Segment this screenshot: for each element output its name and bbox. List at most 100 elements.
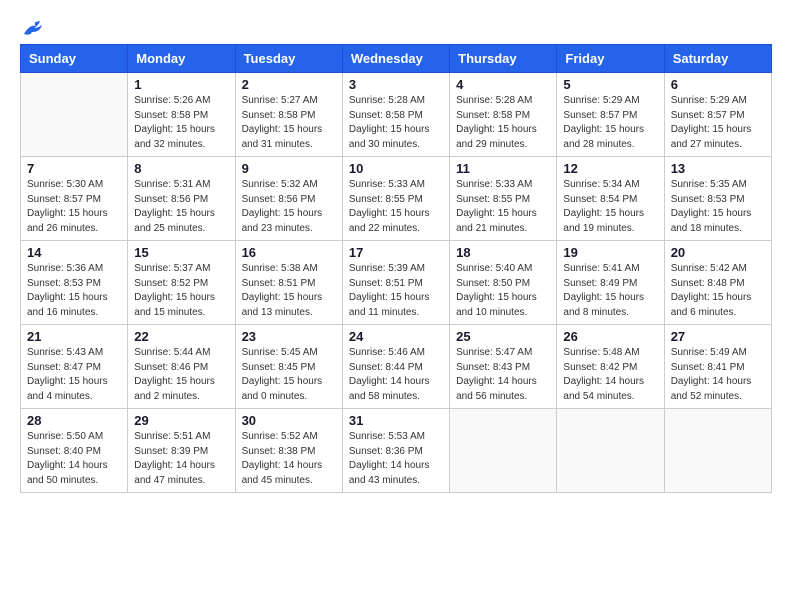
day-info: Sunrise: 5:36 AMSunset: 8:53 PMDaylight:… <box>27 262 121 320</box>
day-info: Sunrise: 5:40 AMSunset: 8:50 PMDaylight:… <box>456 262 550 320</box>
day-number: 18 <box>456 245 550 260</box>
calendar-cell <box>21 73 128 157</box>
calendar-cell: 16 Sunrise: 5:38 AMSunset: 8:51 PMDayligh… <box>235 241 342 325</box>
day-number: 5 <box>563 77 657 92</box>
day-number: 24 <box>349 329 443 344</box>
day-info: Sunrise: 5:32 AMSunset: 8:56 PMDaylight:… <box>242 178 336 236</box>
day-info: Sunrise: 5:33 AMSunset: 8:55 PMDaylight:… <box>349 178 443 236</box>
calendar-cell: 3 Sunrise: 5:28 AMSunset: 8:58 PMDaylight… <box>342 73 449 157</box>
day-info: Sunrise: 5:52 AMSunset: 8:38 PMDaylight:… <box>242 430 336 488</box>
calendar-cell: 10 Sunrise: 5:33 AMSunset: 8:55 PMDayligh… <box>342 157 449 241</box>
day-number: 10 <box>349 161 443 176</box>
weekday-header-saturday: Saturday <box>664 45 771 73</box>
calendar-table: SundayMondayTuesdayWednesdayThursdayFrid… <box>20 44 772 493</box>
logo <box>20 20 44 36</box>
calendar-cell: 9 Sunrise: 5:32 AMSunset: 8:56 PMDaylight… <box>235 157 342 241</box>
calendar-cell: 29 Sunrise: 5:51 AMSunset: 8:39 PMDayligh… <box>128 409 235 493</box>
day-info: Sunrise: 5:33 AMSunset: 8:55 PMDaylight:… <box>456 178 550 236</box>
day-number: 2 <box>242 77 336 92</box>
calendar-cell: 14Sunrise: 5:36 AMSunset: 8:53 PMDayligh… <box>21 241 128 325</box>
day-info: Sunrise: 5:29 AMSunset: 8:57 PMDaylight:… <box>671 94 765 152</box>
day-number: 16 <box>242 245 336 260</box>
day-number: 6 <box>671 77 765 92</box>
weekday-header-tuesday: Tuesday <box>235 45 342 73</box>
calendar-week-row: 1 Sunrise: 5:26 AMSunset: 8:58 PMDaylight… <box>21 73 772 157</box>
calendar-cell <box>450 409 557 493</box>
day-info: Sunrise: 5:46 AMSunset: 8:44 PMDaylight:… <box>349 346 443 404</box>
calendar-cell: 31 Sunrise: 5:53 AMSunset: 8:36 PMDayligh… <box>342 409 449 493</box>
calendar-cell: 18 Sunrise: 5:40 AMSunset: 8:50 PMDayligh… <box>450 241 557 325</box>
calendar-cell: 28Sunrise: 5:50 AMSunset: 8:40 PMDayligh… <box>21 409 128 493</box>
calendar-cell: 21Sunrise: 5:43 AMSunset: 8:47 PMDayligh… <box>21 325 128 409</box>
calendar-cell: 1 Sunrise: 5:26 AMSunset: 8:58 PMDaylight… <box>128 73 235 157</box>
day-number: 17 <box>349 245 443 260</box>
day-info: Sunrise: 5:28 AMSunset: 8:58 PMDaylight:… <box>456 94 550 152</box>
calendar-week-row: 7Sunrise: 5:30 AMSunset: 8:57 PMDaylight… <box>21 157 772 241</box>
calendar-week-row: 21Sunrise: 5:43 AMSunset: 8:47 PMDayligh… <box>21 325 772 409</box>
day-number: 13 <box>671 161 765 176</box>
calendar-cell: 8 Sunrise: 5:31 AMSunset: 8:56 PMDaylight… <box>128 157 235 241</box>
day-number: 8 <box>134 161 228 176</box>
day-info: Sunrise: 5:42 AMSunset: 8:48 PMDaylight:… <box>671 262 765 320</box>
calendar-cell: 26Sunrise: 5:48 AMSunset: 8:42 PMDayligh… <box>557 325 664 409</box>
calendar-week-row: 14Sunrise: 5:36 AMSunset: 8:53 PMDayligh… <box>21 241 772 325</box>
calendar-cell: 23Sunrise: 5:45 AMSunset: 8:45 PMDayligh… <box>235 325 342 409</box>
calendar-cell: 2 Sunrise: 5:27 AMSunset: 8:58 PMDaylight… <box>235 73 342 157</box>
calendar-cell: 27 Sunrise: 5:49 AMSunset: 8:41 PMDayligh… <box>664 325 771 409</box>
day-number: 4 <box>456 77 550 92</box>
day-number: 25 <box>456 329 550 344</box>
day-info: Sunrise: 5:47 AMSunset: 8:43 PMDaylight:… <box>456 346 550 404</box>
day-info: Sunrise: 5:35 AMSunset: 8:53 PMDaylight:… <box>671 178 765 236</box>
day-number: 11 <box>456 161 550 176</box>
day-info: Sunrise: 5:31 AMSunset: 8:56 PMDaylight:… <box>134 178 228 236</box>
calendar-cell <box>557 409 664 493</box>
weekday-header-sunday: Sunday <box>21 45 128 73</box>
day-info: Sunrise: 5:51 AMSunset: 8:39 PMDaylight:… <box>134 430 228 488</box>
calendar-cell: 7Sunrise: 5:30 AMSunset: 8:57 PMDaylight… <box>21 157 128 241</box>
day-info: Sunrise: 5:45 AMSunset: 8:45 PMDaylight:… <box>242 346 336 404</box>
day-number: 15 <box>134 245 228 260</box>
calendar-cell <box>664 409 771 493</box>
day-info: Sunrise: 5:38 AMSunset: 8:51 PMDaylight:… <box>242 262 336 320</box>
day-info: Sunrise: 5:27 AMSunset: 8:58 PMDaylight:… <box>242 94 336 152</box>
logo-bird-icon <box>22 20 44 38</box>
calendar-cell: 11 Sunrise: 5:33 AMSunset: 8:55 PMDayligh… <box>450 157 557 241</box>
day-info: Sunrise: 5:53 AMSunset: 8:36 PMDaylight:… <box>349 430 443 488</box>
day-number: 20 <box>671 245 765 260</box>
calendar-cell: 13 Sunrise: 5:35 AMSunset: 8:53 PMDayligh… <box>664 157 771 241</box>
day-info: Sunrise: 5:28 AMSunset: 8:58 PMDaylight:… <box>349 94 443 152</box>
calendar-cell: 24 Sunrise: 5:46 AMSunset: 8:44 PMDayligh… <box>342 325 449 409</box>
day-number: 26 <box>563 329 657 344</box>
calendar-cell: 19Sunrise: 5:41 AMSunset: 8:49 PMDayligh… <box>557 241 664 325</box>
calendar-cell: 25 Sunrise: 5:47 AMSunset: 8:43 PMDayligh… <box>450 325 557 409</box>
day-info: Sunrise: 5:49 AMSunset: 8:41 PMDaylight:… <box>671 346 765 404</box>
calendar-cell: 30 Sunrise: 5:52 AMSunset: 8:38 PMDayligh… <box>235 409 342 493</box>
weekday-header-thursday: Thursday <box>450 45 557 73</box>
day-info: Sunrise: 5:26 AMSunset: 8:58 PMDaylight:… <box>134 94 228 152</box>
day-number: 30 <box>242 413 336 428</box>
calendar-cell: 20 Sunrise: 5:42 AMSunset: 8:48 PMDayligh… <box>664 241 771 325</box>
day-info: Sunrise: 5:30 AMSunset: 8:57 PMDaylight:… <box>27 178 121 236</box>
day-number: 22 <box>134 329 228 344</box>
weekday-header-row: SundayMondayTuesdayWednesdayThursdayFrid… <box>21 45 772 73</box>
day-info: Sunrise: 5:50 AMSunset: 8:40 PMDaylight:… <box>27 430 121 488</box>
day-number: 27 <box>671 329 765 344</box>
calendar-cell: 5 Sunrise: 5:29 AMSunset: 8:57 PMDaylight… <box>557 73 664 157</box>
calendar-cell: 15 Sunrise: 5:37 AMSunset: 8:52 PMDayligh… <box>128 241 235 325</box>
day-number: 3 <box>349 77 443 92</box>
day-info: Sunrise: 5:37 AMSunset: 8:52 PMDaylight:… <box>134 262 228 320</box>
calendar-week-row: 28Sunrise: 5:50 AMSunset: 8:40 PMDayligh… <box>21 409 772 493</box>
day-info: Sunrise: 5:41 AMSunset: 8:49 PMDaylight:… <box>563 262 657 320</box>
calendar-cell: 22 Sunrise: 5:44 AMSunset: 8:46 PMDayligh… <box>128 325 235 409</box>
day-number: 1 <box>134 77 228 92</box>
day-info: Sunrise: 5:34 AMSunset: 8:54 PMDaylight:… <box>563 178 657 236</box>
day-number: 29 <box>134 413 228 428</box>
day-number: 21 <box>27 329 121 344</box>
calendar-cell: 12 Sunrise: 5:34 AMSunset: 8:54 PMDayligh… <box>557 157 664 241</box>
day-number: 31 <box>349 413 443 428</box>
day-number: 9 <box>242 161 336 176</box>
day-number: 12 <box>563 161 657 176</box>
weekday-header-monday: Monday <box>128 45 235 73</box>
day-info: Sunrise: 5:29 AMSunset: 8:57 PMDaylight:… <box>563 94 657 152</box>
day-info: Sunrise: 5:44 AMSunset: 8:46 PMDaylight:… <box>134 346 228 404</box>
